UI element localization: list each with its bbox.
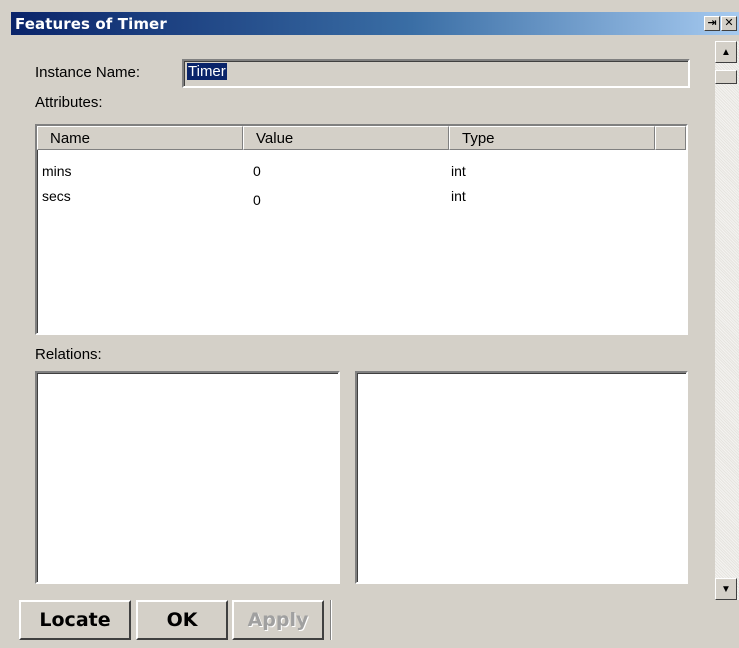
close-icon[interactable]: ✕ xyxy=(721,16,737,31)
relations-label: Relations: xyxy=(35,346,102,363)
scrollbar-track[interactable] xyxy=(715,41,739,600)
instance-name-value: Timer xyxy=(187,63,227,80)
attribute-name-secs[interactable]: secs xyxy=(42,188,71,204)
button-divider xyxy=(330,600,332,640)
locate-button[interactable]: Locate xyxy=(19,600,131,640)
window-title: Features of Timer xyxy=(15,15,167,33)
instance-name-field[interactable]: Timer xyxy=(182,59,690,88)
title-bar: Features of Timer ⇥ ✕ xyxy=(11,12,739,35)
relations-list-left[interactable] xyxy=(35,371,340,584)
attributes-table: Name Value Type mins 0 int secs 0 int xyxy=(35,124,688,335)
attributes-label: Attributes: xyxy=(35,94,103,111)
apply-button[interactable]: Apply xyxy=(232,600,324,640)
column-header-value[interactable]: Value xyxy=(243,126,449,150)
instance-name-label: Instance Name: xyxy=(35,64,141,81)
scroll-down-arrow-icon[interactable]: ▼ xyxy=(715,578,737,600)
attribute-type-mins[interactable]: int xyxy=(451,163,466,179)
scrollbar-thumb[interactable] xyxy=(715,70,737,84)
pin-icon[interactable]: ⇥ xyxy=(704,16,720,31)
column-header-filler xyxy=(655,126,686,150)
attribute-value-mins[interactable]: 0 xyxy=(253,163,261,179)
ok-button[interactable]: OK xyxy=(136,600,228,640)
scroll-up-arrow-icon[interactable]: ▲ xyxy=(715,41,737,63)
relations-list-right[interactable] xyxy=(355,371,688,584)
attribute-name-mins[interactable]: mins xyxy=(42,163,72,179)
attribute-value-secs[interactable]: 0 xyxy=(253,192,261,208)
attribute-type-secs[interactable]: int xyxy=(451,188,466,204)
column-header-type[interactable]: Type xyxy=(449,126,655,150)
column-header-name[interactable]: Name xyxy=(37,126,243,150)
